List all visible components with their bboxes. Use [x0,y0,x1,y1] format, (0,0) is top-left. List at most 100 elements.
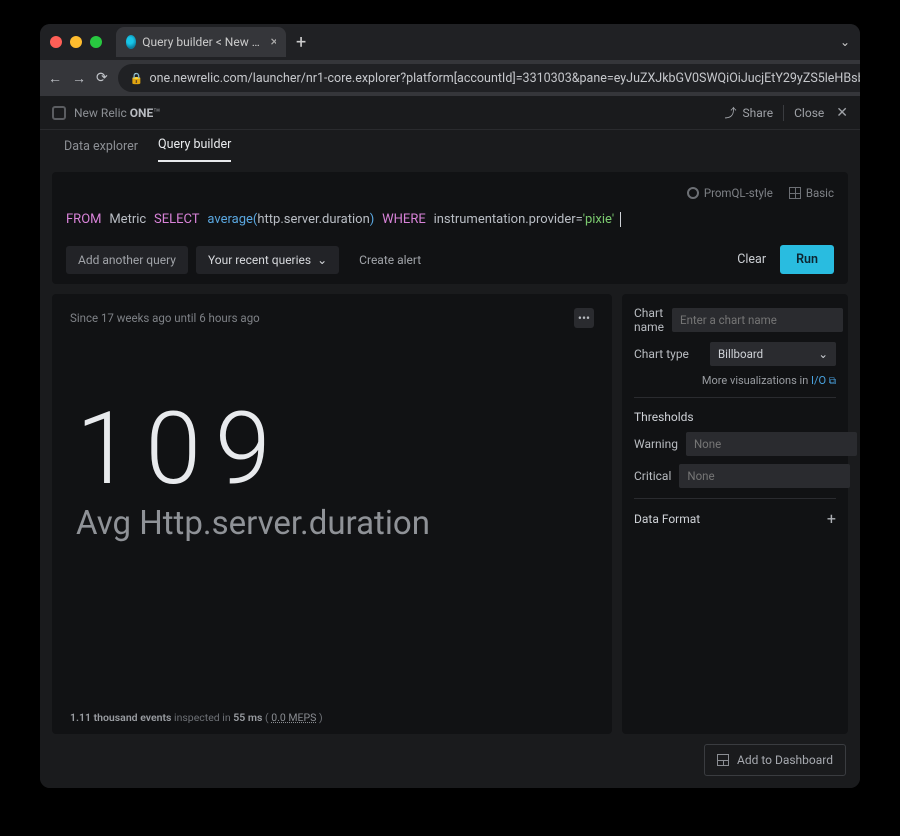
share-button[interactable]: ⤴ Share [725,104,774,121]
add-to-dashboard-label: Add to Dashboard [737,753,833,767]
tab-query-builder[interactable]: Query builder [158,137,231,162]
browser-window: Query builder < New Relic Expl × + ⌄ ← →… [40,24,860,788]
query-card: PromQL-style Basic FROM Metric SELECT av… [52,172,848,284]
billboard-label: Avg Http.server.duration [76,504,594,543]
brand-logo-icon [52,106,66,120]
footer: Add to Dashboard [52,734,848,776]
chart-type-row: Chart type Billboard ⌄ [634,342,836,366]
tabs-overflow-icon[interactable]: ⌄ [840,35,850,49]
billboard-value: 109 [76,400,594,500]
query-fn: average [207,212,253,227]
lock-icon: 🔒 [130,72,144,85]
brand-bold: ONE [130,106,154,120]
kw-from: FROM [66,212,102,227]
external-link-icon: ⧉ [829,376,836,387]
chevron-down-icon: ⌄ [818,347,828,361]
url-text: one.newrelic.com/launcher/nr1-core.explo… [149,71,860,86]
chart-name-row: Chart name [634,306,836,334]
reload-icon[interactable]: ⟳ [96,70,108,86]
tab-title: Query builder < New Relic Expl [142,35,260,49]
query-arg: http.server.duration [257,212,369,227]
query-rhs: 'pixie' [583,212,614,227]
basic-style-toggle[interactable]: Basic [789,186,834,200]
back-icon[interactable]: ← [48,70,62,87]
foot-ms: 55 ms [233,711,262,724]
basic-label: Basic [806,186,834,200]
query-metric: Metric [109,212,146,227]
run-button[interactable]: Run [780,245,834,274]
chart-type-value: Billboard [718,347,763,361]
query-eq: = [576,212,583,227]
foot-rate: 0.0 MEPS [271,711,316,724]
dashboard-icon [717,754,729,766]
results-split: Since 17 weeks ago until 6 hours ago •••… [52,294,848,734]
close-tab-icon[interactable]: × [271,34,277,50]
window-controls [50,36,102,48]
timeframe-label: Since 17 weeks ago until 6 hours ago [70,311,260,325]
critical-input[interactable] [679,464,850,488]
brand-prefix: New Relic [74,106,130,120]
kw-select: SELECT [154,212,200,227]
query-editor[interactable]: FROM Metric SELECT average(http.server.d… [66,208,834,241]
circle-icon [687,187,699,199]
sub-nav: Data explorer Query builder [40,130,860,162]
forward-icon[interactable]: → [72,70,86,87]
visualization-panel: Since 17 weeks ago until 6 hours ago •••… [52,294,612,734]
text-cursor [617,212,621,227]
promql-style-toggle[interactable]: PromQL-style [687,186,773,200]
viz-header: Since 17 weeks ago until 6 hours ago ••• [70,308,594,328]
maximize-window-icon[interactable] [90,36,102,48]
thresholds-heading: Thresholds [634,410,836,424]
grid-icon [789,187,801,199]
viz-footer: 1.11 thousand events inspected in 55 ms … [70,711,594,724]
foot-count: 1.11 thousand events [70,711,171,724]
data-format-label: Data Format [634,512,700,526]
share-arrow-icon: ⤴ [725,104,737,121]
warning-input[interactable] [686,432,857,456]
chevron-down-icon: ⌄ [317,253,327,267]
new-tab-button[interactable]: + [296,32,306,53]
tab-data-explorer[interactable]: Data explorer [64,139,138,162]
address-bar[interactable]: 🔒 one.newrelic.com/launcher/nr1-core.exp… [118,64,860,92]
divider [783,105,784,121]
minimize-window-icon[interactable] [70,36,82,48]
browser-tabbar: Query builder < New Relic Expl × + ⌄ [40,24,860,60]
create-alert-button[interactable]: Create alert [347,246,433,274]
promql-label: PromQL-style [704,186,773,200]
critical-row: Critical [634,464,836,488]
foot-mid: inspected in [171,711,233,724]
content: PromQL-style Basic FROM Metric SELECT av… [40,162,860,788]
chart-name-input[interactable] [672,308,843,332]
critical-label: Critical [634,469,671,483]
close-label: Close [794,106,824,120]
divider [634,397,836,398]
data-format-row: Data Format + [634,509,836,528]
browser-toolbar: ← → ⟳ 🔒 one.newrelic.com/launcher/nr1-co… [40,60,860,96]
warning-row: Warning [634,432,836,456]
recent-label: Your recent queries [208,253,311,267]
app-header: New Relic ONE™ ⤴ Share Close ✕ [40,96,860,130]
warning-label: Warning [634,437,678,451]
clear-button[interactable]: Clear [737,252,766,267]
more-viz-prefix: More visualizations in [702,374,811,387]
more-visualizations-link[interactable]: More visualizations in I/O ⧉ [634,374,836,387]
chart-type-label: Chart type [634,347,702,361]
brand-tm: ™ [153,106,161,120]
query-actions: Add another query Your recent queries ⌄ … [66,245,834,274]
query-lhs: instrumentation.provider [434,212,576,227]
chart-type-select[interactable]: Billboard ⌄ [710,342,836,366]
close-panel-button[interactable]: Close ✕ [794,105,848,121]
browser-tab[interactable]: Query builder < New Relic Expl × [116,27,286,57]
brand-label: New Relic ONE™ [74,106,161,120]
viz-menu-button[interactable]: ••• [574,308,594,328]
recent-queries-dropdown[interactable]: Your recent queries ⌄ [196,246,339,274]
chart-name-label: Chart name [634,306,664,334]
add-data-format-button[interactable]: + [827,509,836,528]
close-icon: ✕ [836,105,848,121]
favicon-icon [126,35,136,49]
io-link[interactable]: I/O [811,374,826,387]
add-to-dashboard-button[interactable]: Add to Dashboard [704,744,846,776]
kw-where: WHERE [382,212,426,227]
add-another-query-button[interactable]: Add another query [66,246,188,274]
close-window-icon[interactable] [50,36,62,48]
